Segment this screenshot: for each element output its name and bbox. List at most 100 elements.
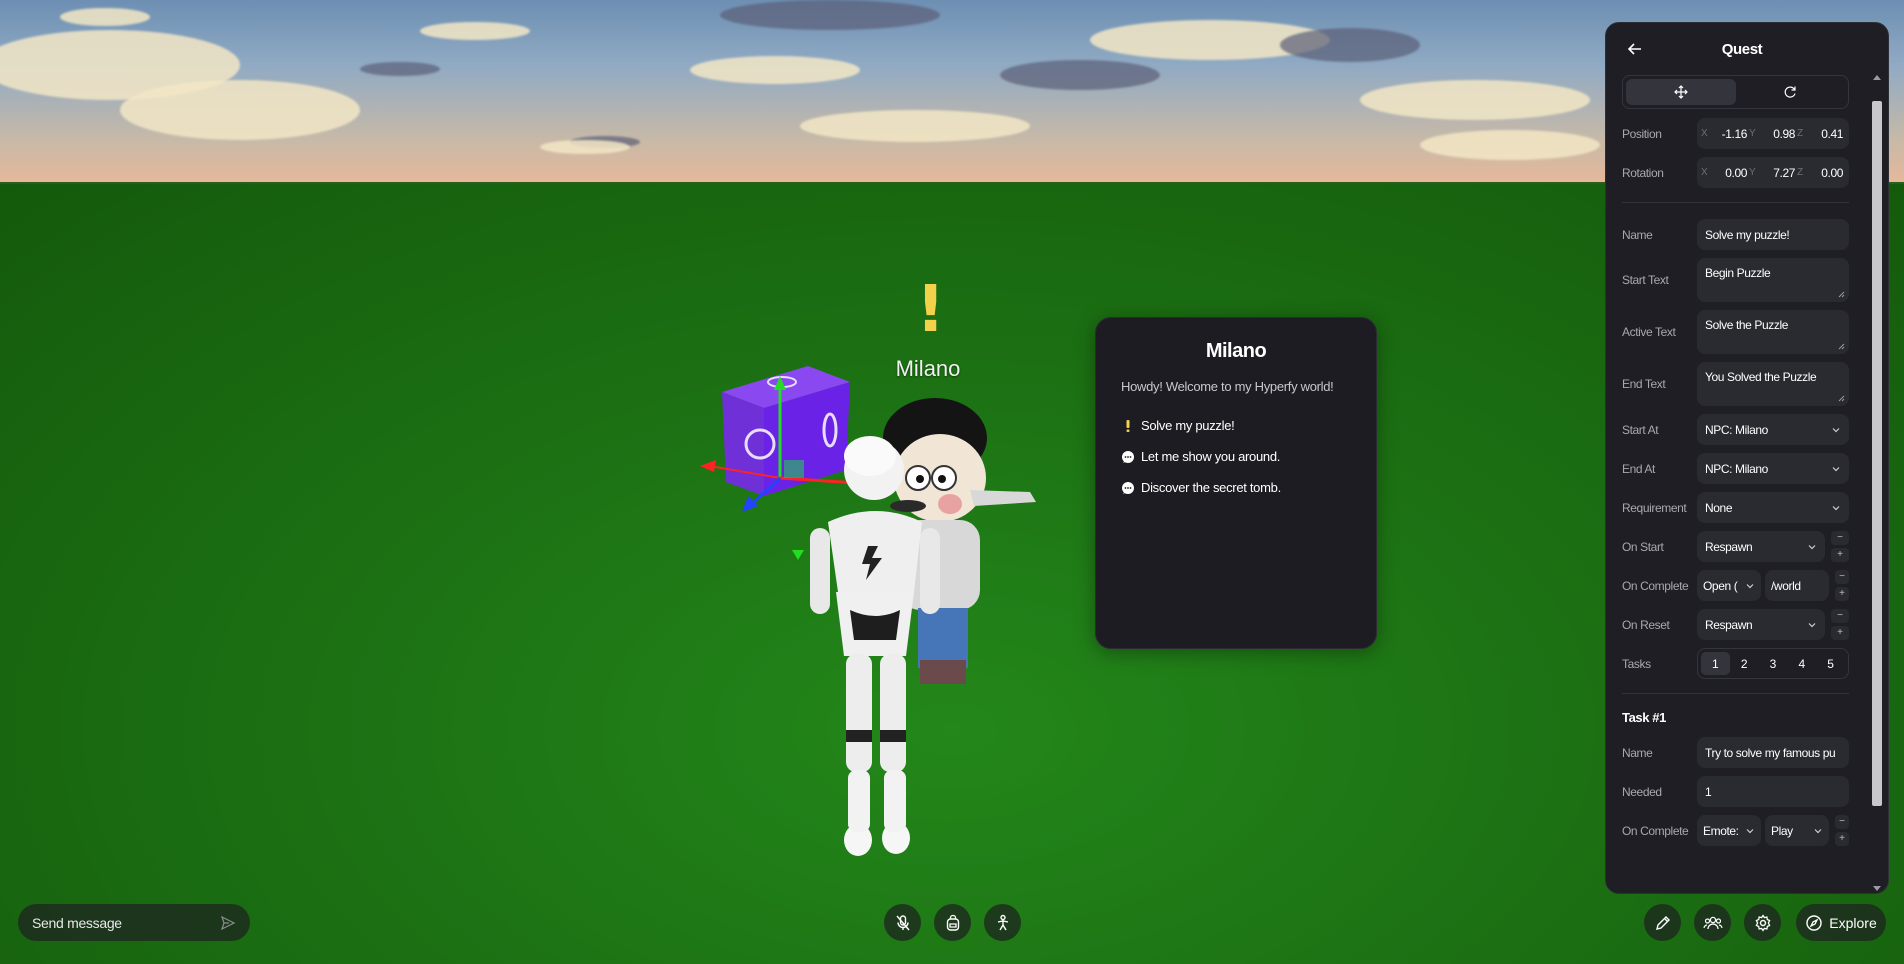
name-row: Name Solve my puzzle! <box>1622 219 1849 250</box>
send-icon[interactable] <box>220 915 236 931</box>
name-input[interactable]: Solve my puzzle! <box>1697 219 1849 250</box>
rotation-y-field[interactable]: Y 7.27 <box>1749 166 1797 180</box>
chat-placeholder: Send message <box>32 914 122 931</box>
remove-action-button[interactable]: − <box>1835 815 1849 829</box>
mute-mic-button[interactable] <box>884 904 921 941</box>
task-on-complete-select[interactable]: Emote: <box>1697 815 1761 846</box>
task-tab-3[interactable]: 3 <box>1759 652 1788 675</box>
on-reset-label: On Reset <box>1622 617 1670 632</box>
chevron-down-icon <box>1832 427 1840 432</box>
divider <box>1622 202 1849 203</box>
on-complete-controls: Open ( /world <box>1697 570 1829 601</box>
dialog-option-label: Solve my puzzle! <box>1141 418 1235 433</box>
remove-action-button[interactable]: − <box>1831 609 1849 623</box>
resize-handle-icon[interactable] <box>1838 395 1845 402</box>
on-complete-url-input[interactable]: /world <box>1765 570 1829 601</box>
inventory-button[interactable] <box>934 904 971 941</box>
build-mode-button[interactable] <box>1644 904 1681 941</box>
active-text-row: Active Text Solve the Puzzle <box>1622 310 1849 354</box>
on-start-select[interactable]: Respawn <box>1697 531 1825 562</box>
chevron-down-icon <box>1814 828 1822 833</box>
remove-action-button[interactable]: − <box>1835 570 1849 584</box>
task-tab-5[interactable]: 5 <box>1816 652 1845 675</box>
panel-scrollbar[interactable] <box>1870 75 1884 891</box>
dialog-option-tomb[interactable]: Discover the secret tomb. <box>1121 480 1351 495</box>
move-mode-button[interactable] <box>1626 79 1736 105</box>
task-tab-4[interactable]: 4 <box>1787 652 1816 675</box>
person-icon <box>997 914 1008 930</box>
on-complete-label: On Complete <box>1622 578 1689 593</box>
npc-dialog: Milano Howdy! Welcome to my Hyperfy worl… <box>1095 317 1377 649</box>
rotation-x-field[interactable]: X 0.00 <box>1701 166 1749 180</box>
start-at-select[interactable]: NPC: Milano <box>1697 414 1849 445</box>
task-name-input[interactable]: Try to solve my famous pu <box>1697 737 1849 768</box>
panel-title: Quest <box>1721 40 1763 58</box>
task-section-title: Task #1 <box>1622 710 1666 725</box>
tasks-tabs: 1 2 3 4 5 <box>1697 648 1849 679</box>
mic-off-icon <box>895 914 910 930</box>
move-icon <box>1673 85 1688 99</box>
avatar-button[interactable] <box>984 904 1021 941</box>
dialog-greeting: Howdy! Welcome to my Hyperfy world! <box>1121 379 1334 394</box>
task-on-complete-label: On Complete <box>1622 823 1689 838</box>
task-on-complete-row: On Complete Emote: Play − + <box>1622 815 1849 846</box>
compass-icon <box>1806 914 1822 931</box>
dialog-option-tour[interactable]: Let me show you around. <box>1121 449 1351 464</box>
name-label: Name <box>1622 227 1653 242</box>
start-text-input[interactable]: Begin Puzzle <box>1697 258 1849 302</box>
end-text-label: End Text <box>1622 377 1666 391</box>
on-reset-select[interactable]: Respawn <box>1697 609 1825 640</box>
on-complete-row: On Complete Open ( /world − + <box>1622 570 1849 601</box>
rotation-label: Rotation <box>1622 165 1664 180</box>
task-on-complete-stepper: − + <box>1835 815 1849 846</box>
explore-label: Explore <box>1829 914 1877 931</box>
rotation-input: X 0.00 Y 7.27 Z 0.00 <box>1697 157 1849 188</box>
end-at-select[interactable]: NPC: Milano <box>1697 453 1849 484</box>
rotate-icon <box>1784 86 1796 98</box>
settings-button[interactable] <box>1744 904 1781 941</box>
add-action-button[interactable]: + <box>1835 587 1849 601</box>
requirement-select[interactable]: None <box>1697 492 1849 523</box>
position-z-field[interactable]: Z 0.41 <box>1797 127 1845 141</box>
players-button[interactable] <box>1694 904 1731 941</box>
on-start-row: On Start Respawn − + <box>1622 531 1849 562</box>
add-action-button[interactable]: + <box>1835 832 1849 846</box>
resize-handle-icon[interactable] <box>1838 343 1845 350</box>
end-at-row: End At NPC: Milano <box>1622 453 1849 484</box>
end-text-value: You Solved the Puzzle <box>1705 370 1817 384</box>
chat-input[interactable]: Send message <box>18 904 250 941</box>
dialog-title: Milano <box>1205 340 1267 362</box>
add-action-button[interactable]: + <box>1831 626 1849 640</box>
start-text-label: Start Text <box>1622 273 1669 287</box>
explore-button[interactable]: Explore <box>1796 904 1886 941</box>
tasks-row: Tasks 1 2 3 4 5 <box>1622 648 1849 679</box>
end-text-input[interactable]: You Solved the Puzzle <box>1697 362 1849 406</box>
on-complete-select[interactable]: Open ( <box>1697 570 1761 601</box>
rotate-mode-button[interactable] <box>1736 79 1846 105</box>
gear-icon <box>1755 913 1770 932</box>
resize-handle-icon[interactable] <box>1838 291 1845 298</box>
users-icon <box>1702 916 1723 929</box>
on-reset-row: On Reset Respawn − + <box>1622 609 1849 640</box>
chat-bubble-icon <box>1121 481 1135 495</box>
dialog-option-puzzle[interactable]: Solve my puzzle! <box>1121 418 1351 433</box>
remove-action-button[interactable]: − <box>1831 531 1849 545</box>
chevron-down-icon <box>1808 622 1816 627</box>
scene-characters[interactable] <box>700 360 1060 880</box>
task-tab-2[interactable]: 2 <box>1730 652 1759 675</box>
task-needed-input[interactable]: 1 <box>1697 776 1849 807</box>
scroll-thumb[interactable] <box>1872 101 1882 806</box>
add-action-button[interactable]: + <box>1831 548 1849 562</box>
position-y-field[interactable]: Y 0.98 <box>1749 127 1797 141</box>
active-text-input[interactable]: Solve the Puzzle <box>1697 310 1849 354</box>
chevron-down-icon <box>1808 544 1816 549</box>
scroll-up-arrow[interactable] <box>1873 75 1881 80</box>
backpack-icon <box>946 914 959 931</box>
position-x-field[interactable]: X -1.16 <box>1701 127 1749 141</box>
rotation-z-field[interactable]: Z 0.00 <box>1797 166 1845 180</box>
dialog-option-label: Discover the secret tomb. <box>1141 480 1281 495</box>
task-on-complete-emote-select[interactable]: Play <box>1765 815 1829 846</box>
task-tab-1[interactable]: 1 <box>1701 652 1730 675</box>
scroll-down-arrow[interactable] <box>1873 886 1881 891</box>
back-button[interactable] <box>1624 38 1646 60</box>
